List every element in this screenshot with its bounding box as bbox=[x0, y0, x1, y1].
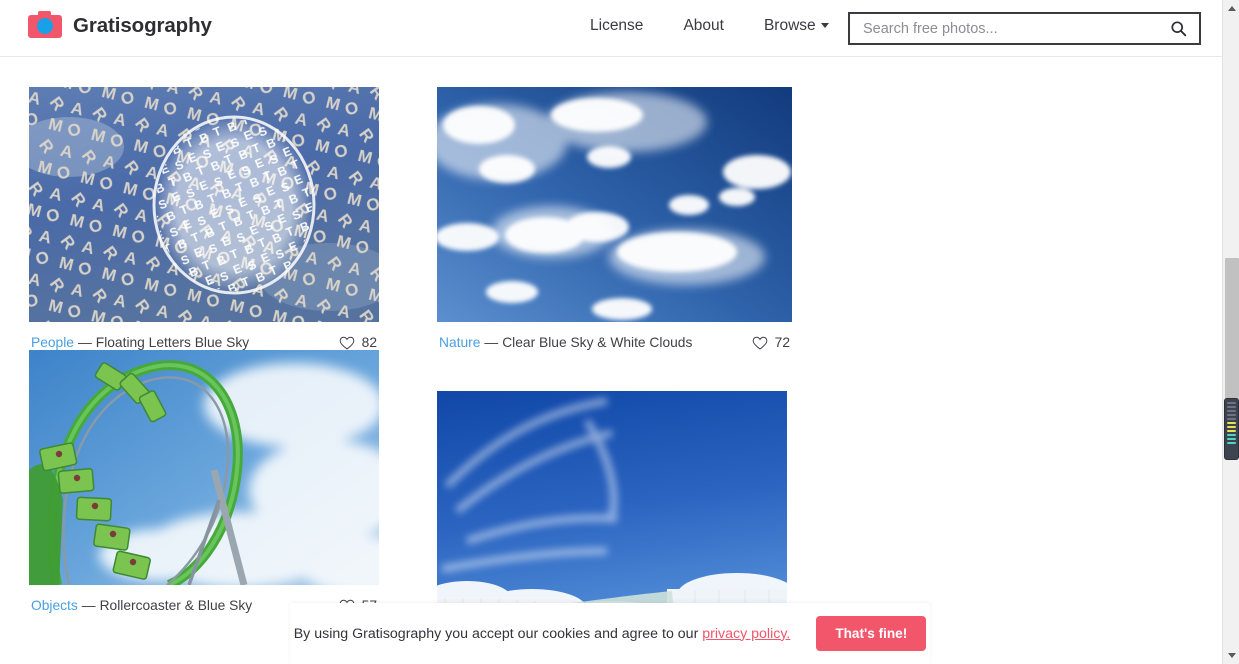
handle-grip-line bbox=[1227, 422, 1236, 424]
caption-dash: — bbox=[77, 335, 92, 350]
brand-logo-link[interactable]: Gratisography bbox=[28, 10, 212, 38]
cookie-banner: By using Gratisography you accept our co… bbox=[290, 603, 930, 664]
search-button[interactable] bbox=[1168, 20, 1189, 37]
nav-label-about: About bbox=[683, 17, 724, 34]
chevron-down-icon bbox=[1227, 653, 1236, 658]
scrollbar-up-button[interactable] bbox=[1223, 0, 1239, 17]
photo-grid: AR OM ES TB bbox=[29, 87, 1195, 664]
page-scrollbar[interactable] bbox=[1222, 0, 1239, 664]
photo-title: Rollercoaster & Blue Sky bbox=[99, 598, 253, 613]
cookie-accept-button[interactable]: That's fine! bbox=[816, 616, 927, 651]
photo-caption: Nature — Clear Blue Sky & White Clouds 7… bbox=[437, 322, 792, 350]
camera-icon bbox=[28, 10, 62, 38]
category-link[interactable]: Nature bbox=[439, 335, 480, 350]
caption-text: Objects — Rollercoaster & Blue Sky bbox=[31, 598, 252, 613]
handle-grip-line bbox=[1227, 418, 1236, 420]
brand-name: Gratisography bbox=[73, 14, 212, 37]
cookie-banner-text: By using Gratisography you accept our co… bbox=[294, 626, 791, 642]
search-icon bbox=[1171, 21, 1187, 37]
scrollbar-drag-handle[interactable] bbox=[1224, 398, 1239, 460]
photo-title: Floating Letters Blue Sky bbox=[95, 335, 250, 350]
chevron-down-icon bbox=[820, 23, 829, 28]
category-link[interactable]: Objects bbox=[31, 598, 78, 613]
caption-dash: — bbox=[484, 335, 499, 350]
clear-blue-sky-white-clouds-image bbox=[437, 87, 792, 322]
rollercoaster-blue-sky-image bbox=[29, 350, 379, 585]
like-counter[interactable]: 82 bbox=[339, 335, 377, 350]
nav-label-license: License bbox=[590, 17, 644, 34]
photo-thumbnail-waterfall[interactable] bbox=[437, 391, 787, 626]
handle-grip-line bbox=[1227, 402, 1236, 404]
like-count: 72 bbox=[774, 335, 790, 350]
site-header: Gratisography License About Browse bbox=[0, 0, 1222, 57]
nav-label-browse: Browse bbox=[763, 17, 816, 34]
photo-thumbnail-rollercoaster[interactable] bbox=[29, 350, 379, 585]
search-input[interactable] bbox=[863, 14, 1168, 43]
nav-item-license[interactable]: License bbox=[570, 17, 663, 35]
privacy-policy-link[interactable]: privacy policy. bbox=[702, 626, 790, 642]
floating-letters-blue-sky-image: AR OM ES TB bbox=[29, 87, 379, 322]
handle-grip-line bbox=[1227, 442, 1236, 444]
caption-text: Nature — Clear Blue Sky & White Clouds bbox=[439, 335, 692, 350]
nav-item-about[interactable]: About bbox=[663, 17, 744, 35]
photo-card: AR OM ES TB bbox=[29, 87, 379, 350]
caption-text: People — Floating Letters Blue Sky bbox=[31, 335, 249, 350]
photo-thumbnail-floating-letters[interactable]: AR OM ES TB bbox=[29, 87, 379, 322]
nav-item-browse[interactable]: Browse bbox=[744, 17, 849, 35]
cookie-banner-message: By using Gratisography you accept our co… bbox=[293, 625, 699, 642]
handle-grip-line bbox=[1227, 406, 1236, 408]
page-root: Gratisography License About Browse Searc… bbox=[0, 0, 1239, 664]
camera-lens-icon bbox=[37, 18, 53, 34]
like-count: 82 bbox=[361, 335, 377, 350]
caption-dash: — bbox=[81, 598, 96, 613]
search-box[interactable] bbox=[848, 12, 1201, 45]
photo-caption: People — Floating Letters Blue Sky 82 bbox=[29, 322, 379, 350]
waterfall-blue-sky-image bbox=[437, 391, 787, 626]
photo-thumbnail-clear-blue-sky[interactable] bbox=[437, 87, 792, 322]
handle-grip-line bbox=[1227, 438, 1236, 440]
scrollbar-down-button[interactable] bbox=[1223, 647, 1239, 664]
handle-grip-line bbox=[1227, 430, 1236, 432]
heart-icon bbox=[339, 336, 354, 350]
like-counter[interactable]: 72 bbox=[752, 335, 790, 350]
main-nav: License About Browse bbox=[570, 17, 849, 35]
handle-grip-line bbox=[1227, 414, 1236, 416]
handle-grip-line bbox=[1227, 410, 1236, 412]
photo-card: Nature — Clear Blue Sky & White Clouds 7… bbox=[437, 87, 792, 350]
chevron-up-icon bbox=[1227, 6, 1236, 11]
heart-icon bbox=[752, 336, 767, 350]
handle-grip-line bbox=[1227, 434, 1236, 436]
category-link[interactable]: People bbox=[31, 335, 74, 350]
handle-grip-line bbox=[1227, 426, 1236, 428]
photo-title: Clear Blue Sky & White Clouds bbox=[502, 335, 693, 350]
